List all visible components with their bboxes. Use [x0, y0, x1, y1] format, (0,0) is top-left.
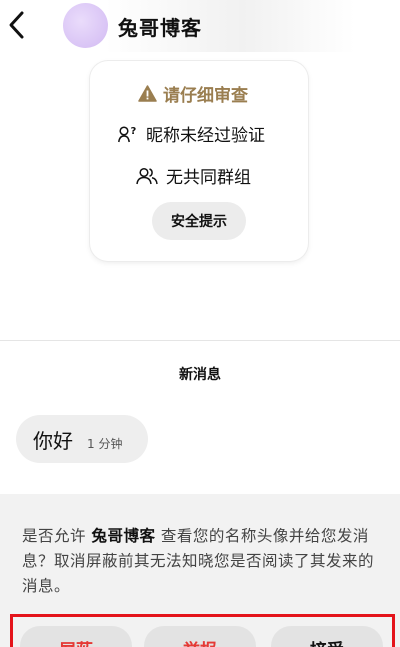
no-common-groups-text: 无共同群组: [166, 168, 251, 188]
group-icon: [136, 167, 158, 184]
warning-text: 请仔细审查: [163, 85, 248, 106]
prompt-sender: 兔哥博客: [91, 527, 156, 545]
new-messages-label: 新消息: [179, 367, 221, 383]
message-text: 你好: [33, 428, 73, 453]
svg-text:?: ?: [131, 126, 137, 137]
action-buttons-highlight: 屏蔽 举报 接受: [10, 614, 395, 647]
divider: [0, 340, 400, 341]
report-button[interactable]: 举报: [144, 626, 256, 647]
warning-row: 请仔细审查: [138, 81, 248, 106]
safety-card: 请仔细审查 ? 昵称未经过验证 无共同群组 安全提示: [90, 61, 308, 261]
safety-tips-button[interactable]: 安全提示: [152, 202, 246, 240]
block-button[interactable]: 屏蔽: [20, 626, 132, 647]
chat-header: 兔哥博客: [0, 0, 400, 52]
request-prompt: 是否允许 兔哥博客 查看您的名称头像并给您发消息？取消屏蔽前其无法知晓您是否阅读…: [22, 524, 382, 599]
chevron-left-icon: [9, 11, 24, 39]
accept-button[interactable]: 接受: [271, 626, 383, 647]
back-button[interactable]: [6, 10, 28, 40]
prompt-before: 是否允许: [22, 527, 92, 545]
unverified-user-icon: ?: [118, 126, 137, 142]
message-time: 1 分钟: [87, 436, 123, 451]
nickname-unverified-text: 昵称未经过验证: [146, 126, 265, 146]
no-common-groups-row: 无共同群组: [136, 163, 251, 188]
contact-name[interactable]: 兔哥博客: [118, 12, 202, 41]
warning-icon: [138, 84, 157, 102]
message-bubble[interactable]: 你好 1 分钟: [16, 415, 148, 463]
nickname-unverified-row: ? 昵称未经过验证: [118, 121, 265, 146]
avatar[interactable]: [63, 3, 108, 48]
